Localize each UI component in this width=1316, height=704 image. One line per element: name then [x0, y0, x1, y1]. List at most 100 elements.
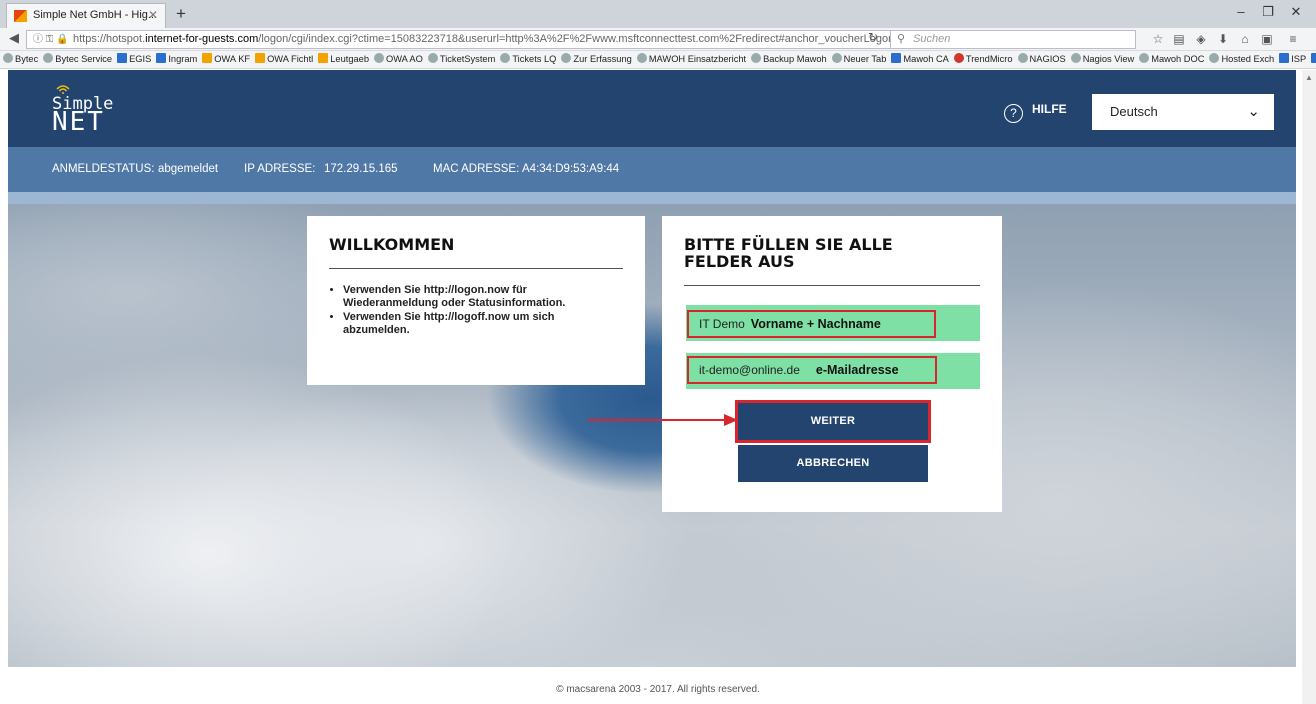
globe-icon	[636, 53, 647, 63]
browser-tab[interactable]: Simple Net GmbH - Hig... ✕	[6, 3, 166, 28]
ingram-icon	[156, 53, 167, 63]
bookmark-item[interactable]: TrendMicro	[953, 51, 1013, 68]
help-link[interactable]: ? HILFE	[1004, 102, 1067, 123]
address-bar[interactable]: ⓘ ⚿ 🔒 https://hotspot.internet-for-guests…	[26, 30, 892, 49]
tab-close-icon[interactable]: ✕	[148, 4, 158, 27]
windows-icon	[891, 53, 902, 63]
welcome-bullet: Verwenden Sie http://logoff.now um sich …	[343, 311, 623, 337]
welcome-divider	[329, 268, 623, 269]
pocket-icon[interactable]: ◈	[1193, 32, 1209, 46]
annotation-arrow-icon	[588, 414, 738, 426]
bookmark-item[interactable]: OWA Fichtl	[255, 51, 313, 68]
restore-icon[interactable]: ❐	[1257, 4, 1279, 20]
bookmark-item[interactable]: Ingram	[156, 51, 197, 68]
form-title: BITTE FÜLLEN SIE ALLE FELDER AUS	[684, 235, 893, 271]
status-bar: ANMELDESTATUS: abgemeldet IP ADRESSE: 17…	[8, 147, 1296, 192]
email-input[interactable]: it-demo@online.de e-Mailadresse	[687, 356, 937, 384]
cancel-button[interactable]: ABBRECHEN	[738, 445, 928, 482]
bookmark-star-icon[interactable]: ☆	[1150, 32, 1166, 46]
bookmark-item[interactable]: TV Login	[1311, 51, 1316, 68]
outlook-icon	[255, 53, 266, 63]
bookmark-item[interactable]: Backup Mawoh	[751, 51, 827, 68]
bookmark-item[interactable]: Neuer Tab	[831, 51, 886, 68]
header-divider	[8, 192, 1296, 204]
cloud-background-image	[8, 204, 1296, 667]
bookmark-item[interactable]: NAGIOS	[1017, 51, 1066, 68]
bookmark-item[interactable]: Tickets LQ	[500, 51, 556, 68]
outlook-icon	[202, 53, 213, 63]
star-icon	[427, 53, 438, 63]
menu-icon[interactable]: ≡	[1285, 32, 1301, 46]
ip-label: IP ADRESSE:	[244, 163, 316, 175]
welcome-card: WILLKOMMEN Verwenden Sie http://logon.no…	[307, 216, 645, 385]
bookmark-item[interactable]: OWA KF	[202, 51, 250, 68]
bookmark-item[interactable]: Mawoh CA	[891, 51, 949, 68]
bookmark-item[interactable]: Zur Erfassung	[561, 51, 632, 68]
reader-icon[interactable]: ▤	[1171, 32, 1187, 46]
star-icon	[500, 53, 511, 63]
browser-tab-bar: Simple Net GmbH - Hig... ✕ + – ❐ ✕	[0, 0, 1316, 28]
download-icon[interactable]: ⬇	[1215, 32, 1231, 46]
globe-icon	[374, 53, 385, 63]
teamviewer-icon	[1311, 53, 1316, 63]
bookmark-item[interactable]: Bytec Service	[43, 51, 112, 68]
bookmarks-bar: Bytec Bytec Service EGIS Ingram OWA KF OWA Fi…	[0, 51, 1316, 69]
welcome-bullet: Verwenden Sie http://logon.now für Wiede…	[343, 284, 623, 310]
site-favicon-icon	[14, 10, 27, 22]
reload-icon[interactable]: ↻	[868, 30, 878, 44]
login-status-label: ANMELDESTATUS:	[52, 163, 155, 175]
login-status-value: abgemeldet	[158, 163, 219, 175]
bookmark-item[interactable]: Bytec	[3, 51, 38, 68]
ip-value: 172.29.15.165	[324, 163, 398, 175]
globe-icon	[43, 53, 54, 63]
globe-icon	[1139, 53, 1150, 63]
page-scrollbar[interactable]: ▲	[1302, 70, 1316, 704]
simplenet-logo: Simple NET	[52, 84, 126, 136]
trendmicro-icon	[953, 53, 964, 63]
bookmark-item[interactable]: OWA AO	[374, 51, 423, 68]
globe-icon	[1209, 53, 1220, 63]
scroll-up-icon[interactable]: ▲	[1305, 73, 1313, 82]
outlook-icon	[318, 53, 329, 63]
name-hint: Vorname + Nachname	[750, 317, 881, 331]
welcome-title: WILLKOMMEN	[329, 235, 455, 254]
footer-copyright: © macsarena 2003 - 2017. All rights rese…	[556, 684, 760, 695]
login-form-card: BITTE FÜLLEN SIE ALLE FELDER AUS IT Demo V…	[662, 216, 1002, 512]
bookmark-item[interactable]: ISP	[1279, 51, 1306, 68]
email-hint: e-Mailadresse	[815, 363, 899, 377]
language-value: Deutsch	[1110, 104, 1158, 119]
continue-button[interactable]: WEITER	[735, 400, 931, 443]
help-icon: ?	[1004, 104, 1023, 123]
back-button-icon[interactable]: ◀	[5, 30, 23, 46]
home-icon[interactable]: ⌂	[1237, 32, 1253, 46]
name-field[interactable]: IT Demo Vorname + Nachname	[686, 305, 980, 341]
globe-icon	[751, 53, 762, 63]
extension-icon[interactable]: ▣	[1259, 32, 1275, 46]
search-field[interactable]: ⚲ Suchen	[890, 30, 1136, 49]
site-info-icon[interactable]: ⓘ ⚿ 🔒	[33, 31, 69, 48]
tab-title: Simple Net GmbH - Hig...	[33, 9, 158, 21]
browser-nav-bar: ◀ ⓘ ⚿ 🔒 https://hotspot.internet-for-gues…	[0, 28, 1316, 51]
name-input[interactable]: IT Demo Vorname + Nachname	[687, 310, 936, 338]
bookmark-item[interactable]: Nagios View	[1070, 51, 1134, 68]
form-divider	[684, 285, 980, 286]
nagios-icon	[1070, 53, 1081, 63]
bookmark-item[interactable]: TicketSystem	[427, 51, 495, 68]
search-icon: ⚲	[897, 33, 906, 45]
new-tab-button[interactable]: +	[170, 3, 192, 25]
window-close-icon[interactable]: ✕	[1285, 4, 1307, 20]
mac-value: A4:34:D9:53:A9:44	[522, 163, 620, 175]
globe-icon	[3, 53, 13, 63]
email-field[interactable]: it-demo@online.de e-Mailadresse	[686, 353, 980, 389]
globe-icon	[831, 53, 842, 63]
bookmark-item[interactable]: Leutgaeb	[318, 51, 369, 68]
language-select[interactable]: Deutsch ⌄	[1092, 94, 1274, 130]
star-icon	[561, 53, 572, 63]
wifi-icon	[56, 85, 70, 94]
bookmark-item[interactable]: Mawoh DOC	[1139, 51, 1204, 68]
minimize-icon[interactable]: –	[1230, 4, 1252, 19]
bookmark-item[interactable]: EGIS	[117, 51, 151, 68]
bookmark-item[interactable]: Hosted Exch	[1209, 51, 1274, 68]
welcome-list: Verwenden Sie http://logon.now für Wiede…	[329, 284, 623, 337]
bookmark-item[interactable]: MAWOH Einsatzbericht	[636, 51, 746, 68]
